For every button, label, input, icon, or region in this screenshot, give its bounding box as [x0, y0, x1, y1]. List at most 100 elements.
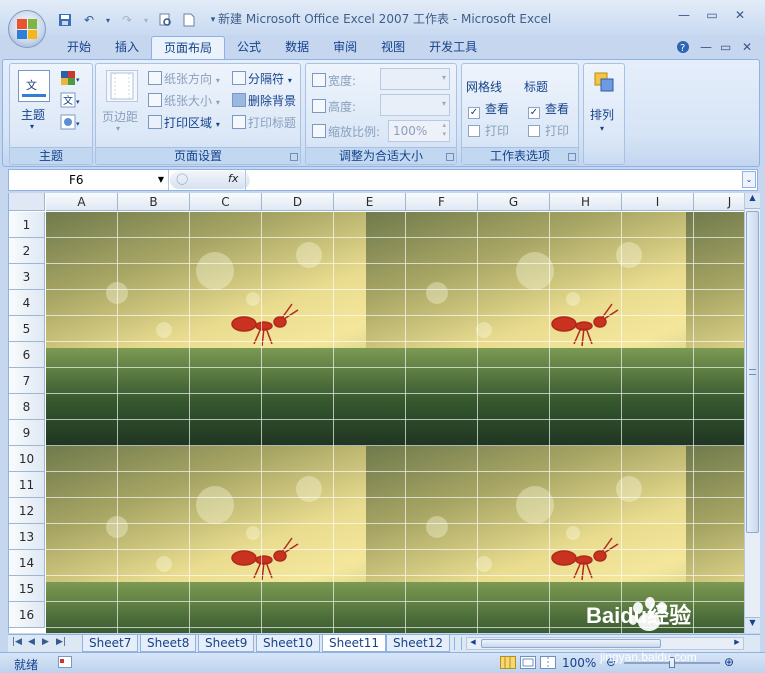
- themes-button-label[interactable]: 主题: [21, 106, 45, 123]
- delete-background-button[interactable]: 删除背景: [232, 92, 296, 109]
- arrange-dropdown-icon[interactable]: ▾: [600, 124, 604, 133]
- sheet-tab-sheet9[interactable]: Sheet9: [198, 635, 255, 652]
- horizontal-scroll-thumb[interactable]: [481, 639, 661, 648]
- undo-dropdown-icon[interactable]: ▾: [104, 11, 112, 29]
- row-header-2[interactable]: 2: [9, 238, 45, 264]
- row-header-14[interactable]: 14: [9, 550, 45, 576]
- undo-icon[interactable]: ↶: [80, 11, 98, 29]
- themes-dropdown-icon[interactable]: ▾: [30, 122, 34, 131]
- headings-view-checkbox[interactable]: ✓ 查看: [528, 100, 569, 119]
- sheet-tab-sheet11[interactable]: Sheet11: [322, 635, 386, 652]
- prev-sheet-icon[interactable]: ◀: [28, 637, 35, 647]
- workbook-close-button[interactable]: ✕: [742, 40, 752, 54]
- tab-insert[interactable]: 插入: [103, 36, 151, 60]
- row-header-6[interactable]: 6: [9, 342, 45, 368]
- scroll-up-arrow[interactable]: ▲: [745, 193, 760, 209]
- column-header-i[interactable]: I: [622, 193, 694, 211]
- insert-function-icon[interactable]: fx: [228, 172, 238, 185]
- theme-fonts-icon[interactable]: 文 ▾: [60, 92, 82, 111]
- column-header-b[interactable]: B: [118, 193, 190, 211]
- margins-dropdown-icon[interactable]: ▾: [116, 124, 120, 133]
- save-icon[interactable]: [56, 11, 74, 29]
- row-header-7[interactable]: 7: [9, 368, 45, 394]
- restore-button[interactable]: ▭: [700, 8, 724, 26]
- redo-icon[interactable]: ↷: [118, 11, 136, 29]
- macro-record-icon[interactable]: [58, 656, 72, 671]
- scroll-down-arrow[interactable]: ▼: [745, 617, 760, 633]
- tab-home[interactable]: 开始: [55, 36, 103, 60]
- first-sheet-icon[interactable]: |◀: [12, 637, 22, 647]
- width-dropdown[interactable]: ▾: [380, 68, 450, 90]
- tab-page-layout[interactable]: 页面布局: [151, 36, 226, 60]
- page-layout-view-icon[interactable]: [520, 656, 536, 672]
- expand-formula-bar-icon[interactable]: ⌄: [742, 171, 756, 188]
- next-sheet-icon[interactable]: ▶: [42, 637, 49, 647]
- redo-dropdown-icon[interactable]: ▾: [142, 11, 150, 29]
- row-header-3[interactable]: 3: [9, 264, 45, 290]
- page-break-preview-icon[interactable]: [540, 656, 556, 672]
- tab-split-handle[interactable]: [454, 637, 462, 650]
- margins-icon[interactable]: [106, 70, 138, 102]
- row-header-8[interactable]: 8: [9, 394, 45, 420]
- size-button[interactable]: 纸张大小 ▾: [148, 92, 220, 109]
- column-header-a[interactable]: A: [46, 193, 118, 211]
- margins-button-label[interactable]: 页边距: [102, 108, 138, 125]
- office-button[interactable]: [8, 10, 46, 48]
- row-header-4[interactable]: 4: [9, 290, 45, 316]
- sheet-tab-sheet8[interactable]: Sheet8: [140, 635, 197, 652]
- column-header-g[interactable]: G: [478, 193, 550, 211]
- zoom-level[interactable]: 100%: [562, 656, 596, 670]
- new-document-icon[interactable]: [180, 11, 198, 29]
- tab-data[interactable]: 数据: [273, 36, 321, 60]
- print-area-button[interactable]: 打印区域 ▾: [148, 114, 220, 131]
- row-header-12[interactable]: 12: [9, 498, 45, 524]
- zoom-in-icon[interactable]: ⊕: [724, 655, 734, 669]
- sheet-options-dialog-launcher[interactable]: [568, 153, 576, 161]
- scroll-right-arrow[interactable]: ▶: [731, 638, 743, 649]
- column-header-j[interactable]: J: [694, 193, 744, 211]
- arrange-button-label[interactable]: 排列: [590, 106, 614, 123]
- name-box[interactable]: F6 ▼: [9, 170, 169, 190]
- cell-area[interactable]: [46, 212, 744, 633]
- select-all-corner[interactable]: [9, 193, 45, 211]
- workbook-restore-button[interactable]: ▭: [720, 40, 731, 54]
- ribbon-minimize-button[interactable]: —: [700, 40, 712, 54]
- column-header-h[interactable]: H: [550, 193, 622, 211]
- orientation-button[interactable]: 纸张方向 ▾: [148, 70, 220, 87]
- column-header-f[interactable]: F: [406, 193, 478, 211]
- tab-formulas[interactable]: 公式: [225, 36, 273, 60]
- column-header-c[interactable]: C: [190, 193, 262, 211]
- row-header-16[interactable]: 16: [9, 602, 45, 628]
- minimize-button[interactable]: —: [672, 8, 696, 26]
- row-header-11[interactable]: 11: [9, 472, 45, 498]
- vertical-scrollbar[interactable]: ▲ ▼: [744, 193, 760, 633]
- normal-view-icon[interactable]: [500, 656, 516, 672]
- row-header-1[interactable]: 1: [9, 212, 45, 238]
- row-header-10[interactable]: 10: [9, 446, 45, 472]
- zoom-out-icon[interactable]: ⊖: [606, 655, 616, 669]
- close-button[interactable]: ✕: [728, 8, 752, 26]
- horizontal-scrollbar[interactable]: ◀ ▶: [466, 637, 744, 650]
- themes-icon[interactable]: 文: [18, 70, 50, 102]
- worksheet-grid[interactable]: ABCDEFGHIJ 1 2 3 4 5 6 7 8 9 10 11 12 13 14 15 16: [8, 193, 744, 633]
- height-dropdown[interactable]: ▾: [380, 94, 450, 116]
- headings-print-checkbox[interactable]: 打印: [528, 122, 569, 139]
- print-titles-button[interactable]: 打印标题: [232, 114, 296, 131]
- tab-developer[interactable]: 开发工具: [417, 36, 489, 60]
- tab-review[interactable]: 审阅: [321, 36, 369, 60]
- scale-dialog-launcher[interactable]: [446, 153, 454, 161]
- theme-effects-icon[interactable]: ▾: [60, 114, 82, 133]
- gridlines-view-checkbox[interactable]: ✓ 查看: [468, 100, 509, 119]
- column-header-e[interactable]: E: [334, 193, 406, 211]
- column-header-d[interactable]: D: [262, 193, 334, 211]
- page-setup-dialog-launcher[interactable]: [290, 153, 298, 161]
- name-box-dropdown-icon[interactable]: ▼: [158, 170, 164, 190]
- row-header-9[interactable]: 9: [9, 420, 45, 446]
- tab-view[interactable]: 视图: [369, 36, 417, 60]
- zoom-slider-thumb[interactable]: [669, 657, 675, 668]
- last-sheet-icon[interactable]: ▶|: [56, 637, 66, 647]
- scale-spinner[interactable]: 100% ▴ ▾: [388, 120, 450, 142]
- theme-colors-icon[interactable]: ▾: [60, 70, 82, 89]
- sheet-tab-sheet10[interactable]: Sheet10: [256, 635, 320, 652]
- help-icon[interactable]: ?: [676, 40, 690, 57]
